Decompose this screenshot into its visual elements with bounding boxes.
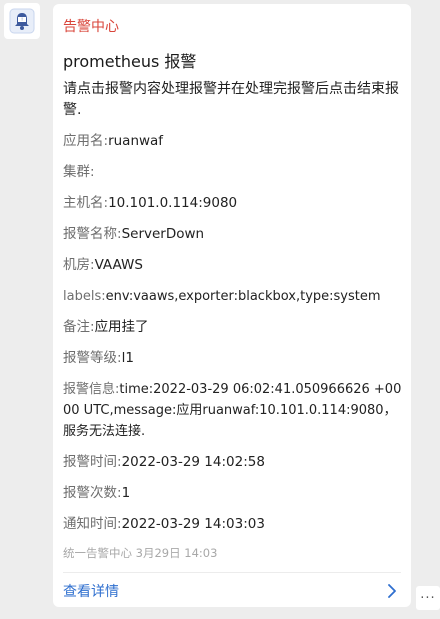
field-label: 机房: xyxy=(63,257,95,273)
footer-divider xyxy=(63,572,401,573)
field-value: 应用挂了 xyxy=(94,319,149,335)
view-details-label: 查看详情 xyxy=(63,583,119,600)
field-value: ServerDown xyxy=(121,226,205,242)
field-value: 2022-03-29 14:02:58 xyxy=(121,454,265,470)
more-dots-icon: ··· xyxy=(420,590,436,606)
field-value: env:vaaws,exporter:blackbox,type:system xyxy=(105,289,381,304)
field-alert-count: 报警次数:1 xyxy=(63,483,403,504)
field-hostname: 主机名:10.101.0.114:9080 xyxy=(63,193,403,214)
field-value: VAAWS xyxy=(94,257,143,273)
field-remark: 备注:应用挂了 xyxy=(63,317,403,338)
field-label: 主机名: xyxy=(63,195,109,211)
view-details-link[interactable]: 查看详情 xyxy=(53,574,411,607)
message-footer-meta: 统一告警中心 3月29日 14:03 xyxy=(63,546,218,560)
bell-badge-icon: ! xyxy=(9,8,35,34)
field-label: labels: xyxy=(63,289,106,304)
field-label: 报警名称: xyxy=(63,226,122,242)
field-datacenter: 机房:VAAWS xyxy=(63,255,403,276)
message-title: prometheus 报警 xyxy=(63,52,197,71)
field-value: 10.101.0.114:9080 xyxy=(108,195,238,211)
field-label: 报警信息: xyxy=(63,382,120,397)
field-value: 1 xyxy=(121,485,131,501)
field-labels: labels:env:vaaws,exporter:blackbox,type:… xyxy=(63,286,403,307)
chevron-right-icon xyxy=(388,583,396,598)
field-label: 应用名: xyxy=(63,133,109,149)
field-label: 报警次数: xyxy=(63,485,122,501)
field-alert-name: 报警名称:ServerDown xyxy=(63,224,403,245)
field-label: 集群: xyxy=(63,164,95,180)
field-label: 备注: xyxy=(63,319,95,335)
field-value: l1 xyxy=(121,350,134,366)
field-alert-info: 报警信息:time:2022-03-29 06:02:41.050966626 … xyxy=(63,379,403,442)
svg-text:!: ! xyxy=(21,17,23,22)
field-label: 报警时间: xyxy=(63,454,122,470)
sender-avatar[interactable]: ! xyxy=(4,3,40,39)
field-cluster: 集群: xyxy=(63,162,403,183)
message-intro: 请点击报警内容处理报警并在处理完报警后点击结束报警. xyxy=(63,81,399,118)
field-app-name: 应用名:ruanwaf xyxy=(63,131,403,152)
field-value: 2022-03-29 14:03:03 xyxy=(121,516,265,532)
field-label: 通知时间: xyxy=(63,516,122,532)
more-options-button[interactable]: ··· xyxy=(416,586,440,610)
field-value: ruanwaf xyxy=(108,133,164,149)
field-notify-time: 通知时间:2022-03-29 14:03:03 xyxy=(63,514,403,535)
alert-message-card[interactable]: 告警中心 prometheus 报警 请点击报警内容处理报警并在处理完报警后点击… xyxy=(53,4,411,607)
field-label: 报警等级: xyxy=(63,350,122,366)
field-alert-level: 报警等级:l1 xyxy=(63,348,403,369)
message-source: 告警中心 xyxy=(63,19,119,35)
field-alert-time: 报警时间:2022-03-29 14:02:58 xyxy=(63,452,403,473)
